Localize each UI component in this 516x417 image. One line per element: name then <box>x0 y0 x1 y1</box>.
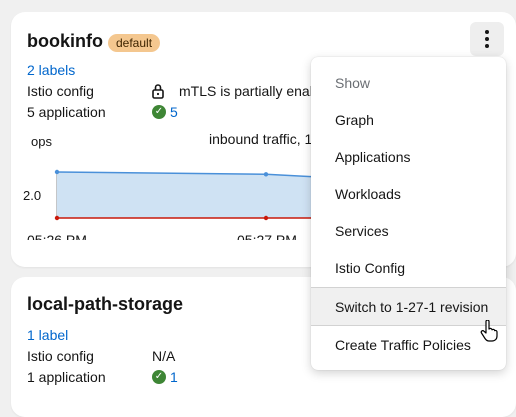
istio-config-label: Istio config <box>27 83 94 99</box>
kebab-menu-button[interactable] <box>470 22 504 56</box>
labels-link[interactable]: 1 label <box>27 327 68 343</box>
namespace-actions-menu: Show Graph Applications Workloads Servic… <box>311 57 506 370</box>
series-area <box>57 172 311 218</box>
mtls-status: mTLS is partially enab <box>179 83 318 99</box>
check-circle-icon: ✓ <box>152 370 166 384</box>
applications-label: 1 application <box>27 369 106 385</box>
data-point <box>263 172 269 177</box>
menu-item-applications[interactable]: Applications <box>311 138 506 175</box>
hand-pointer-icon <box>480 319 498 347</box>
x-tick-label: 05:26 PM <box>27 232 87 240</box>
data-point <box>263 215 269 221</box>
menu-item-switch-revision[interactable]: Switch to 1-27-1 revision <box>311 288 506 325</box>
chart-ylabel: ops <box>31 134 52 149</box>
chart-title: inbound traffic, 1 <box>209 131 311 147</box>
y-tick-label: 2.0 <box>23 188 41 203</box>
applications-label: 5 application <box>27 104 106 120</box>
applications-count-link[interactable]: 5 <box>170 104 178 120</box>
menu-item-istio-config[interactable]: Istio Config <box>311 249 506 286</box>
istio-config-label: Istio config <box>27 348 94 364</box>
lock-icon <box>151 83 165 104</box>
namespace-title: local-path-storage <box>27 294 184 314</box>
menu-group-header: Show <box>335 75 371 91</box>
labels-link[interactable]: 2 labels <box>27 62 75 78</box>
data-point <box>54 215 60 221</box>
x-tick-label: 05:27 PM <box>237 232 297 240</box>
istio-config-value: N/A <box>152 348 176 364</box>
namespace-title: bookinfo <box>27 31 103 51</box>
menu-item-graph[interactable]: Graph <box>311 101 506 138</box>
menu-item-workloads[interactable]: Workloads <box>311 175 506 212</box>
kebab-vertical-icon <box>485 30 489 34</box>
menu-item-services[interactable]: Services <box>311 212 506 249</box>
data-point <box>54 169 60 175</box>
menu-item-create-traffic-policies[interactable]: Create Traffic Policies <box>311 326 506 363</box>
check-circle-icon: ✓ <box>152 105 166 119</box>
default-badge: default <box>108 34 161 52</box>
inbound-traffic-chart: ops inbound traffic, 1 2.0 05:26 PM 05:27 … <box>23 131 311 240</box>
applications-count-link[interactable]: 1 <box>170 369 178 385</box>
